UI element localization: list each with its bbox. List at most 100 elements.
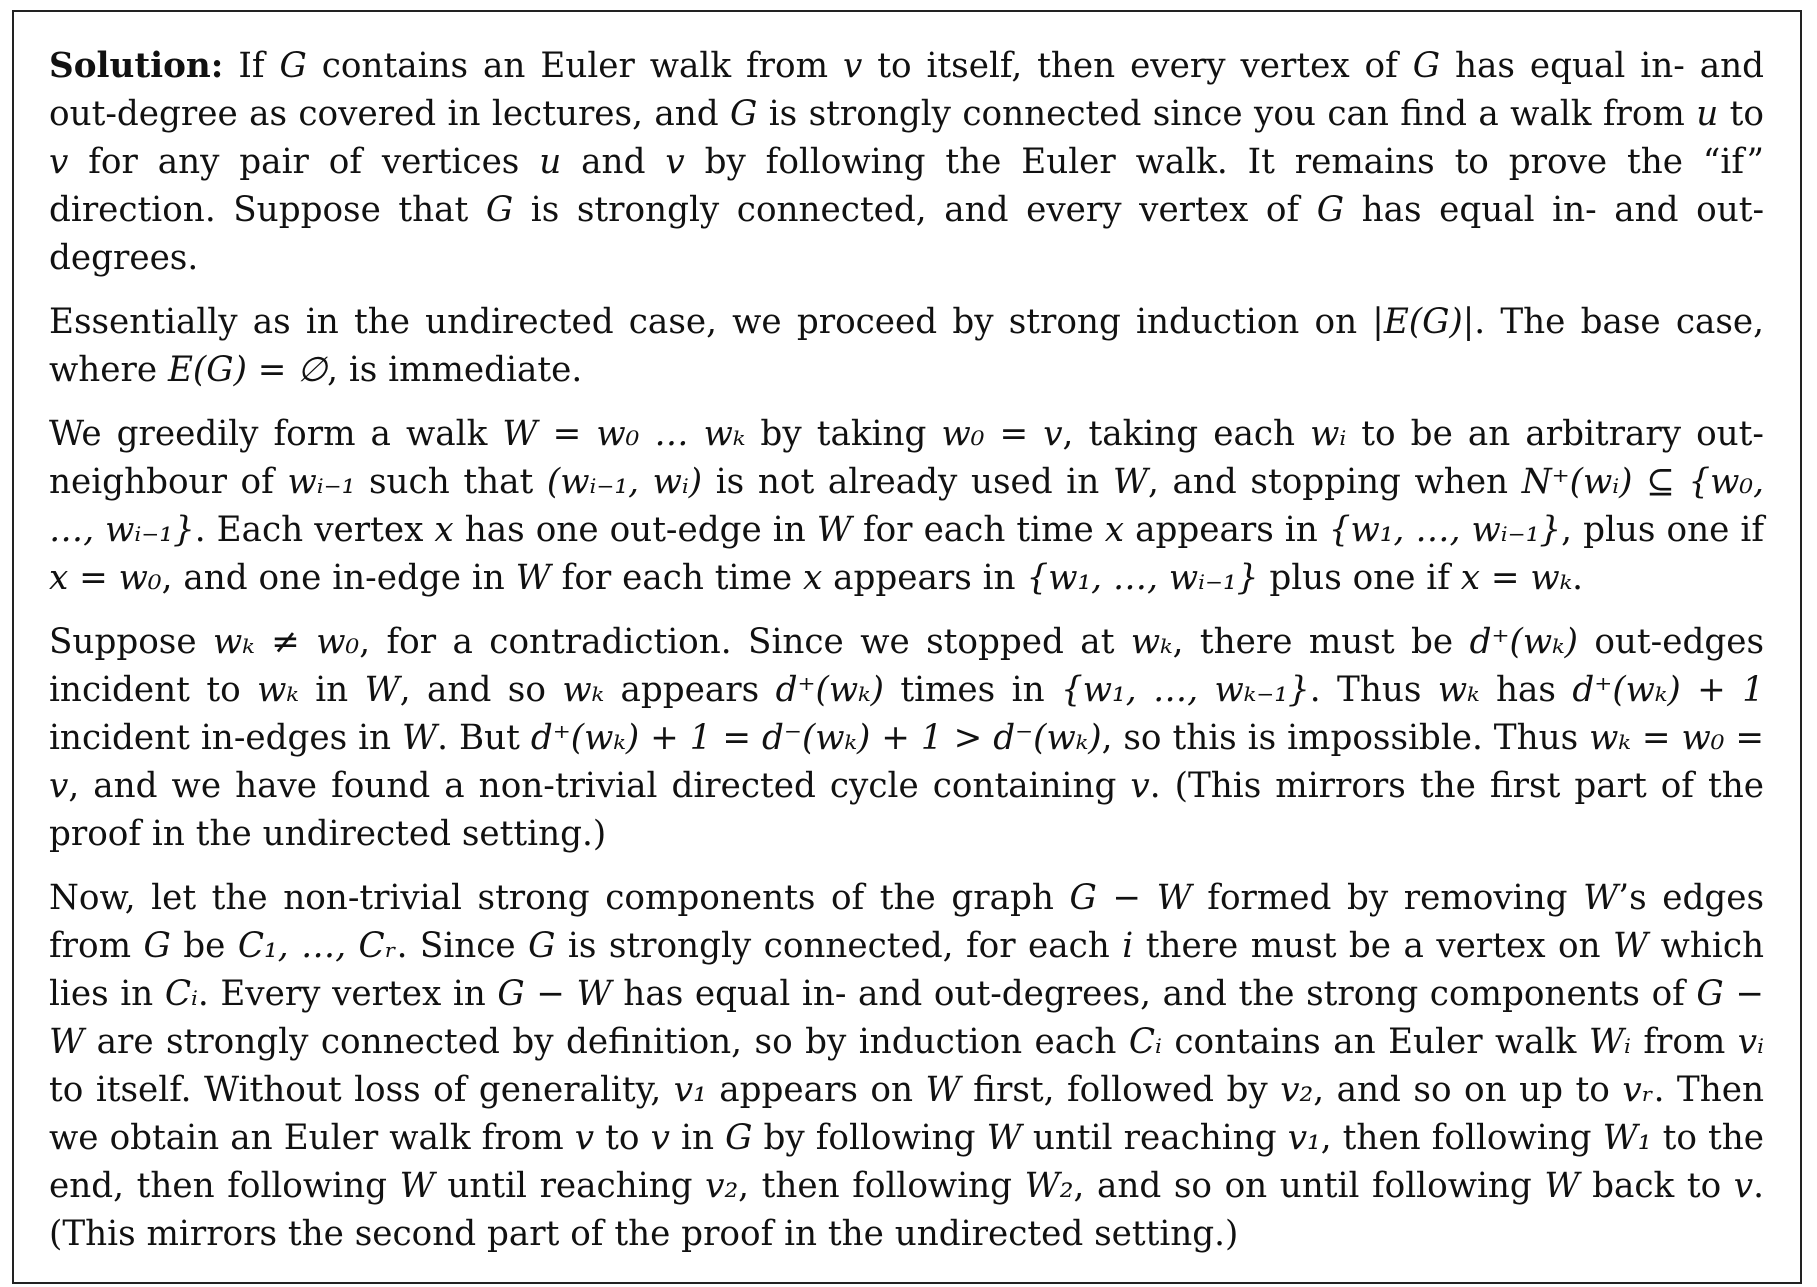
paragraph-contradiction: Suppose wₖ ≠ w₀, for a contradiction. Si… xyxy=(49,618,1764,858)
math-expression: G xyxy=(1316,190,1344,230)
math-expression: wₖ xyxy=(1130,622,1173,662)
math-expression: d⁺(wₖ) + 1 = d⁻(wₖ) + 1 > d⁻(wₖ) xyxy=(530,718,1102,758)
math-expression: {w₁, …, wᵢ₋₁} xyxy=(1328,510,1562,550)
math-expression: G xyxy=(279,46,307,86)
text-segment: . xyxy=(1572,558,1584,598)
math-expression: W xyxy=(364,670,400,710)
math-expression: C₁, …, Cᵣ xyxy=(237,926,397,966)
math-expression: v xyxy=(49,142,69,182)
text-segment: appears in xyxy=(1124,510,1329,550)
math-expression: v₂ xyxy=(705,1166,739,1206)
text-segment: in xyxy=(669,1118,726,1158)
math-expression: Cᵢ xyxy=(1128,1022,1162,1062)
math-expression: Wᵢ xyxy=(1588,1022,1631,1062)
text-segment: Now, let the non-trivial strong componen… xyxy=(49,878,1070,918)
math-expression: v xyxy=(665,142,685,182)
text-segment: , and we have found a non-trivial direct… xyxy=(68,766,1131,806)
text-segment: has xyxy=(1479,670,1573,710)
text-segment: be xyxy=(170,926,238,966)
text-segment: formed by removing xyxy=(1191,878,1584,918)
math-expression: x xyxy=(434,510,454,550)
math-expression: W xyxy=(515,558,551,598)
text-segment: has one out-edge in xyxy=(453,510,817,550)
math-expression: G − W xyxy=(497,974,612,1014)
text-segment: until reaching xyxy=(1021,1118,1288,1158)
text-segment: and xyxy=(561,142,666,182)
text-segment: by taking xyxy=(745,414,942,454)
math-expression: v xyxy=(1733,1166,1754,1206)
math-expression: W xyxy=(1112,462,1148,502)
text-segment: contains an Euler walk from xyxy=(306,46,843,86)
paragraph-intro: Solution: If G contains an Euler walk fr… xyxy=(49,42,1764,282)
math-expression: v xyxy=(842,46,863,86)
text-segment: contains an Euler walk xyxy=(1161,1022,1589,1062)
text-segment: Essentially as in the undirected case, w… xyxy=(49,302,1373,342)
math-expression: x xyxy=(802,558,823,598)
text-segment: appears on xyxy=(706,1070,926,1110)
math-expression: v₁ xyxy=(1287,1118,1321,1158)
text-segment: by following xyxy=(752,1118,987,1158)
text-segment: in xyxy=(298,670,365,710)
text-segment: , then following xyxy=(738,1166,1025,1206)
text-segment: Suppose xyxy=(49,622,213,662)
text-segment: , is immediate. xyxy=(327,350,583,390)
math-expression: d⁺(wₖ) xyxy=(1469,622,1578,662)
text-segment: , taking each xyxy=(1062,414,1311,454)
text-segment: to xyxy=(594,1118,651,1158)
text-segment: If xyxy=(223,46,280,86)
math-expression: v xyxy=(1130,766,1150,806)
math-expression: G xyxy=(528,926,556,966)
math-expression: E(G) = ∅ xyxy=(167,350,328,390)
text-segment: for any pair of vertices xyxy=(68,142,540,182)
math-expression: d⁺(wₖ) + 1 xyxy=(1572,670,1764,710)
text-segment: We greedily form a walk xyxy=(49,414,503,454)
math-expression: W xyxy=(986,1118,1022,1158)
paragraph-greedy-walk: We greedily form a walk W = w₀ … wₖ by t… xyxy=(49,410,1764,602)
math-expression: vᵢ xyxy=(1737,1022,1764,1062)
text-segment: appears in xyxy=(822,558,1027,598)
text-segment: . Thus xyxy=(1309,670,1438,710)
solution-label: Solution: xyxy=(49,46,224,86)
math-expression: W xyxy=(1544,1166,1580,1206)
text-segment: first, followed by xyxy=(960,1070,1281,1110)
text-segment: is not already used in xyxy=(702,462,1113,502)
math-expression: G − W xyxy=(1069,878,1192,918)
text-segment: there must be a vertex on xyxy=(1133,926,1614,966)
math-expression: wᵢ₋₁ xyxy=(287,462,356,502)
math-expression: Cᵢ xyxy=(164,974,198,1014)
paragraph-strong-components: Now, let the non-trivial strong componen… xyxy=(49,874,1764,1258)
math-expression: G xyxy=(143,926,171,966)
text-segment: . But xyxy=(437,718,531,758)
text-segment: , and stopping when xyxy=(1148,462,1522,502)
math-expression: x xyxy=(1104,510,1125,550)
paragraph-induction-setup: Essentially as in the undirected case, w… xyxy=(49,298,1764,394)
text-segment: to xyxy=(1718,94,1764,134)
math-expression: (wᵢ₋₁, wᵢ) xyxy=(546,462,703,502)
text-segment: for each time xyxy=(550,558,803,598)
text-segment: , then following xyxy=(1320,1118,1603,1158)
text-segment: times in xyxy=(883,670,1062,710)
math-expression: {w₁, …, wₖ₋₁} xyxy=(1061,670,1310,710)
text-segment: , and one in-edge in xyxy=(161,558,516,598)
math-expression: G xyxy=(485,190,514,230)
text-segment: , plus one if xyxy=(1561,510,1764,550)
math-expression: W xyxy=(816,510,852,550)
text-segment: , there must be xyxy=(1172,622,1470,662)
math-expression: W xyxy=(402,718,438,758)
text-segment: are strongly connected by definition, so… xyxy=(84,1022,1129,1062)
math-expression: W₂ xyxy=(1024,1166,1074,1206)
math-expression: |E(G)| xyxy=(1372,302,1475,342)
text-segment: is strongly connected since you can find… xyxy=(757,94,1697,134)
text-segment: , so this is impossible. Thus xyxy=(1101,718,1590,758)
math-expression: d⁺(wₖ) xyxy=(775,670,884,710)
math-expression: wₖ ≠ w₀ xyxy=(213,622,360,662)
text-segment: , and so xyxy=(399,670,563,710)
text-segment: , and so on until following xyxy=(1073,1166,1545,1206)
text-segment: is strongly connected, and every vertex … xyxy=(513,190,1317,230)
math-expression: wᵢ xyxy=(1310,414,1347,454)
text-segment: plus one if xyxy=(1258,558,1461,598)
text-segment: , for a contradiction. Since we stopped … xyxy=(359,622,1131,662)
math-expression: u xyxy=(1696,94,1719,134)
math-expression: wₖ xyxy=(562,670,605,710)
text-segment: such that xyxy=(355,462,547,502)
